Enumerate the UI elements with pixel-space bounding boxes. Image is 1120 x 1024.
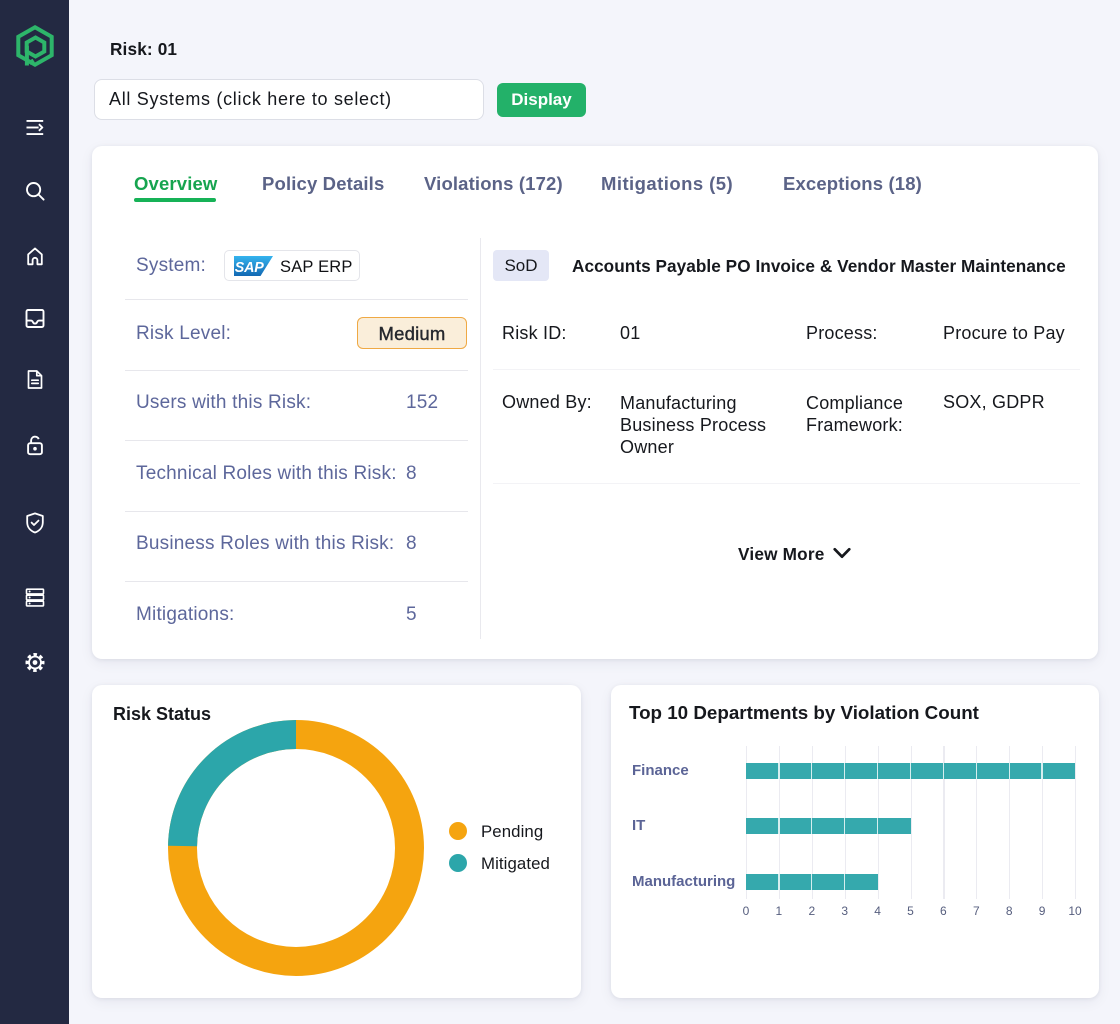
svg-text:SAP: SAP bbox=[235, 260, 264, 276]
